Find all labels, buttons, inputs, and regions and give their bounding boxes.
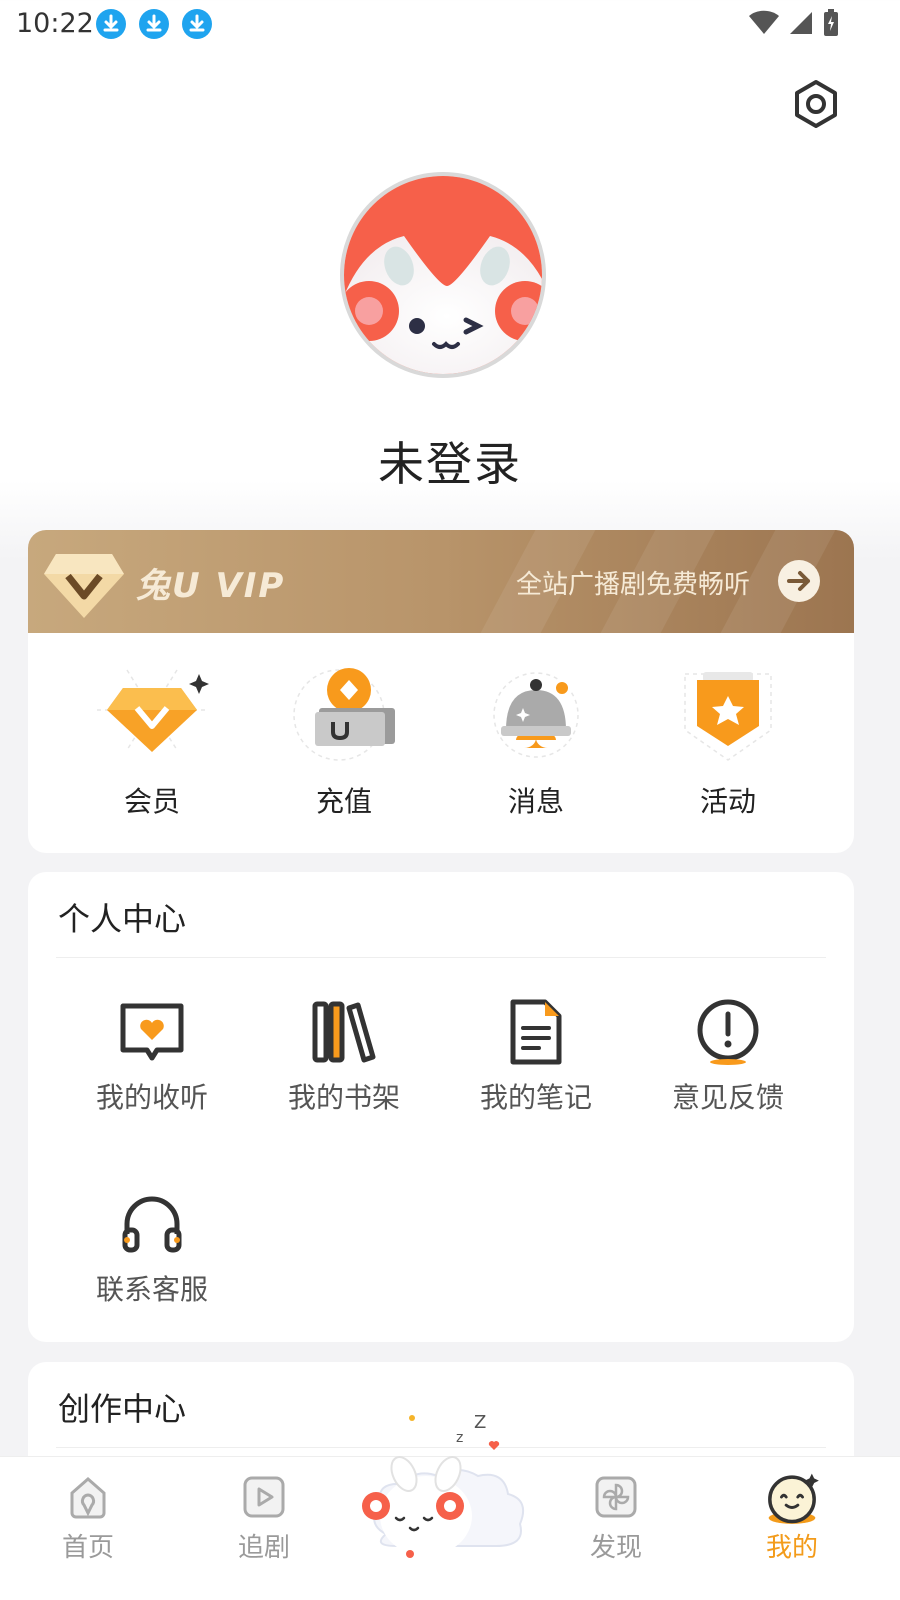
note-icon — [510, 999, 562, 1065]
quick-action-label: 活动 — [699, 785, 756, 818]
vip-slogan: 全站广播剧免费畅听 — [516, 570, 751, 600]
avatar[interactable] — [340, 172, 546, 378]
tab-mine[interactable]: 我的 — [732, 1457, 852, 1600]
quick-action-label: 充值 — [315, 785, 372, 818]
diamond-icon — [97, 669, 209, 752]
feedback-item[interactable]: 意见反馈 — [632, 998, 824, 1148]
rabbit-avatar-icon — [344, 176, 542, 374]
grid-item-label: 联系客服 — [95, 1273, 208, 1306]
vip-logo-text: 兔U VIP — [136, 566, 286, 606]
grid-item-label: 我的收听 — [95, 1081, 208, 1114]
vip-banner[interactable]: 兔U VIP 全站广播剧免费畅听 — [28, 530, 854, 633]
settings-button[interactable] — [790, 78, 842, 130]
download-icon — [182, 9, 212, 39]
grid-item-label: 我的书架 — [287, 1081, 400, 1114]
star-badge-icon — [684, 672, 772, 761]
exclamation-icon — [697, 999, 759, 1065]
tab-label: 我的 — [765, 1533, 818, 1563]
play-icon — [243, 1476, 285, 1518]
svg-text:z: z — [456, 1430, 463, 1446]
coin-wallet-icon — [293, 668, 395, 761]
heart-chat-icon — [120, 1003, 184, 1061]
quick-action-messages[interactable]: 消息 — [440, 650, 632, 840]
signal-icon — [790, 12, 812, 34]
tab-home[interactable]: 首页 — [28, 1457, 148, 1600]
quick-action-membership[interactable]: 会员 — [56, 650, 248, 840]
section-title: 创作中心 — [58, 1390, 187, 1428]
svg-text:Z: Z — [474, 1412, 486, 1433]
bookshelf-icon — [312, 1001, 376, 1063]
vip-card: 兔U VIP 全站广播剧免费畅听 会员 充值 消息 活动 — [28, 530, 854, 853]
quick-action-recharge[interactable]: 充值 — [248, 650, 440, 840]
download-icon — [96, 9, 126, 39]
my-notes-item[interactable]: 我的笔记 — [440, 998, 632, 1148]
bell-icon — [493, 672, 579, 758]
grid-item-label: 意见反馈 — [671, 1081, 784, 1114]
tab-follow[interactable]: 追剧 — [204, 1457, 324, 1600]
status-time: 10:22 — [16, 8, 94, 39]
status-bar: 10:22 — [0, 0, 900, 48]
arrow-right-icon[interactable] — [778, 560, 820, 602]
sleeping-rabbit-icon: z Z — [362, 1412, 524, 1558]
battery-icon — [824, 9, 838, 36]
login-status-title[interactable]: 未登录 — [0, 428, 900, 494]
tab-label: 追剧 — [237, 1533, 290, 1563]
personal-center-panel: 个人中心 我的收听 我的书架 我的笔记 意见反馈 联系客服 — [28, 872, 854, 1342]
center-mascot-button[interactable]: z Z — [356, 1406, 528, 1566]
tab-discover[interactable]: 发现 — [556, 1457, 676, 1600]
grid-item-label: 我的笔记 — [479, 1081, 592, 1114]
gear-icon — [795, 80, 837, 128]
gold-diamond-icon — [44, 554, 124, 618]
quick-action-label: 会员 — [123, 785, 180, 818]
tab-label: 发现 — [589, 1533, 642, 1563]
download-icon — [139, 9, 169, 39]
home-icon — [70, 1477, 106, 1519]
section-title: 个人中心 — [58, 900, 187, 938]
quick-action-label: 消息 — [507, 785, 564, 818]
divider — [56, 957, 826, 958]
wifi-icon — [749, 10, 779, 34]
quick-action-events[interactable]: 活动 — [632, 650, 824, 840]
smiley-icon — [768, 1473, 819, 1524]
my-listening-item[interactable]: 我的收听 — [56, 998, 248, 1148]
my-bookshelf-item[interactable]: 我的书架 — [248, 998, 440, 1148]
pinwheel-icon — [595, 1476, 637, 1518]
tab-label: 首页 — [61, 1533, 114, 1563]
customer-service-item[interactable]: 联系客服 — [56, 1190, 248, 1340]
headphones-icon — [122, 1196, 182, 1253]
